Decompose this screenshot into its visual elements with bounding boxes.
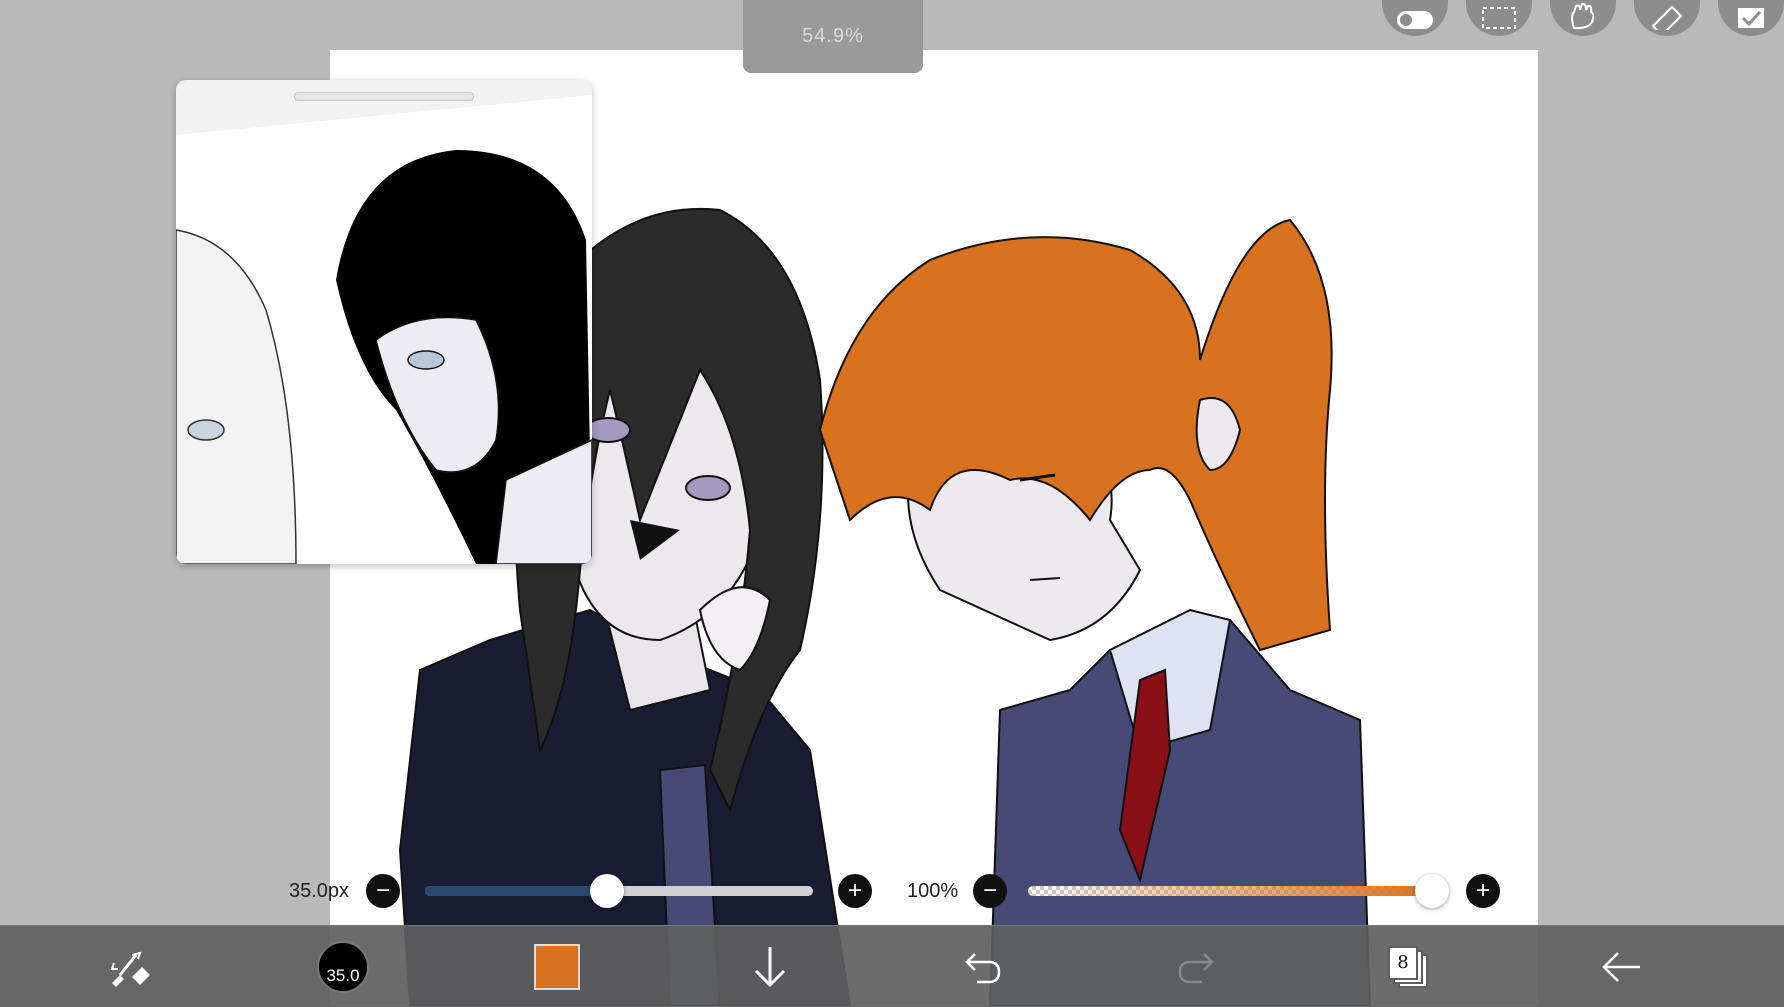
back-button[interactable] (1577, 926, 1667, 1007)
layers-button[interactable]: 8 (1364, 926, 1454, 1007)
undo-button[interactable] (938, 926, 1028, 1007)
brush-eraser-swap-icon (110, 951, 150, 987)
selection-icon (1482, 7, 1516, 29)
confirm-button[interactable] (1718, 0, 1784, 36)
redo-icon (1178, 952, 1214, 983)
download-button[interactable] (725, 926, 815, 1007)
hand-icon (1571, 2, 1595, 30)
opacity-increase-button[interactable]: + (1466, 874, 1500, 908)
opacity-slider[interactable] (1028, 886, 1432, 896)
size-decrease-button[interactable]: − (366, 874, 400, 908)
arrow-left-icon (1602, 951, 1640, 982)
opacity-label: 100% (907, 880, 959, 902)
brush-eraser-toggle-button[interactable] (85, 926, 175, 1007)
zoom-indicator: 54.9% (743, 0, 923, 73)
top-toolbar (1382, 0, 1784, 36)
bottom-toolbar: 35.0 8 (0, 925, 1784, 1007)
current-color-swatch (534, 943, 580, 990)
brush-settings-button[interactable]: 35.0 (298, 926, 388, 1007)
opacity-slider-fill (1028, 886, 1432, 896)
ruler-icon (1651, 5, 1683, 30)
toggle-button[interactable] (1382, 0, 1448, 36)
brush-size-slider-thumb[interactable] (590, 874, 625, 908)
brush-size-label: 35.0px (289, 880, 350, 902)
redo-button[interactable] (1151, 926, 1241, 1007)
brush-size-slider-fill (425, 886, 608, 896)
brush-settings-row: 35.0px − + 100% − + (0, 868, 1784, 914)
brush-size-badge: 35.0 (317, 940, 369, 993)
check-icon (1738, 8, 1764, 28)
undo-icon (965, 952, 1001, 983)
opacity-decrease-button[interactable]: − (973, 874, 1007, 908)
hand-tool-button[interactable] (1550, 0, 1616, 36)
color-picker-button[interactable] (512, 926, 602, 1007)
left-figure-eye-left (585, 417, 631, 443)
layers-icon: 8 (1388, 945, 1430, 988)
left-figure-eye-right (685, 475, 731, 501)
size-increase-button[interactable]: + (838, 874, 872, 908)
arrow-down-icon (754, 946, 786, 987)
opacity-slider-thumb[interactable] (1415, 874, 1449, 908)
reference-image (176, 95, 592, 564)
selection-button[interactable] (1466, 0, 1532, 36)
ruler-button[interactable] (1634, 0, 1700, 36)
toggle-icon (1397, 11, 1433, 29)
layers-count: 8 (1397, 952, 1409, 973)
reference-window[interactable] (176, 80, 592, 564)
